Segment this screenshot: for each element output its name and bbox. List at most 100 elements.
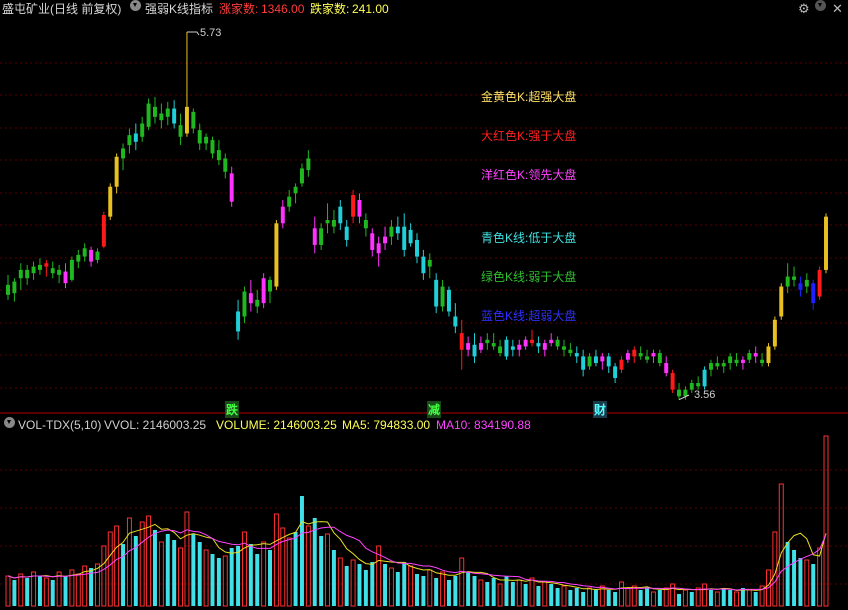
candle-body bbox=[197, 130, 202, 144]
candle-body bbox=[427, 259, 432, 267]
volume-bar bbox=[446, 580, 451, 606]
candle-body bbox=[498, 346, 503, 354]
volume-bar bbox=[158, 541, 164, 607]
volume-bar bbox=[657, 590, 662, 606]
candle-body bbox=[740, 359, 745, 364]
candle-body bbox=[555, 339, 560, 347]
candle-body bbox=[293, 186, 298, 194]
candle-body bbox=[753, 353, 758, 357]
volume-bar bbox=[236, 546, 241, 606]
marker-die: 跌 bbox=[225, 401, 240, 418]
candle-body bbox=[299, 168, 304, 184]
volume-bar bbox=[606, 590, 611, 606]
volume-bar bbox=[408, 565, 414, 607]
volume-bar bbox=[663, 587, 669, 607]
candle-body bbox=[798, 283, 803, 290]
candle-body bbox=[338, 206, 343, 224]
volume-bar bbox=[229, 548, 234, 606]
volume-bar bbox=[625, 587, 631, 607]
volume-bar bbox=[184, 511, 190, 607]
candle-body bbox=[453, 316, 458, 327]
volume-bar bbox=[485, 582, 490, 606]
candle-body bbox=[178, 125, 183, 137]
candle-body bbox=[408, 229, 413, 244]
candle-body bbox=[478, 343, 483, 350]
volume-bar bbox=[286, 537, 292, 607]
volume-bar bbox=[415, 574, 419, 606]
candle-body bbox=[312, 228, 317, 245]
candle-body bbox=[268, 279, 272, 292]
candle-body bbox=[31, 266, 36, 274]
volume-bar bbox=[466, 572, 471, 606]
volume-bar bbox=[555, 588, 560, 606]
candle-body bbox=[472, 344, 477, 357]
volume-bar bbox=[261, 541, 267, 607]
volume-bar bbox=[63, 576, 68, 606]
volume-bar bbox=[12, 580, 17, 606]
volume-bar bbox=[146, 515, 152, 607]
volume-bar bbox=[792, 550, 797, 606]
candle-body bbox=[606, 356, 611, 367]
candle-body bbox=[63, 271, 68, 284]
volume-menu-icon[interactable] bbox=[4, 417, 15, 428]
candle-body bbox=[523, 339, 528, 347]
candle-body bbox=[804, 279, 809, 287]
candle-body bbox=[747, 353, 752, 360]
volume-bar bbox=[753, 592, 758, 606]
candle-body bbox=[504, 339, 509, 357]
volume-bar bbox=[172, 540, 177, 606]
candle-body bbox=[325, 219, 330, 224]
candle-body bbox=[140, 123, 145, 137]
candle-body bbox=[12, 281, 17, 294]
volume-bar bbox=[350, 559, 356, 607]
volume-bar bbox=[337, 557, 343, 607]
candle-body bbox=[25, 269, 30, 279]
volume-bar bbox=[319, 536, 324, 606]
volume-bar bbox=[383, 564, 388, 606]
volume-bar bbox=[677, 594, 681, 606]
volume-bar bbox=[746, 589, 752, 607]
legend-magenta: 洋红色K:领先大盘 bbox=[481, 168, 577, 182]
volume-bar bbox=[255, 554, 260, 606]
volume-bar bbox=[191, 534, 196, 606]
candle-body bbox=[165, 108, 170, 117]
candle-body bbox=[459, 333, 464, 350]
candle-body bbox=[402, 226, 407, 250]
volume-bar bbox=[581, 592, 586, 606]
volume-bar bbox=[510, 582, 515, 606]
volume-bar bbox=[695, 587, 701, 607]
high-pointer bbox=[186, 31, 200, 36]
volume-bar bbox=[94, 563, 100, 607]
volume-bar bbox=[268, 550, 272, 606]
candle-body bbox=[344, 226, 349, 240]
candle-body bbox=[670, 373, 675, 390]
candle-body bbox=[18, 269, 23, 279]
candle-body bbox=[702, 369, 707, 387]
volume-bar bbox=[357, 564, 362, 606]
volume-bar bbox=[568, 590, 573, 606]
candle-body bbox=[153, 106, 157, 117]
candle-body bbox=[766, 346, 771, 364]
candle-body bbox=[121, 148, 126, 159]
candle-body bbox=[255, 299, 260, 307]
volume-bar bbox=[165, 534, 170, 606]
candle-body bbox=[50, 268, 55, 274]
volume-bar bbox=[593, 590, 598, 606]
candle-body bbox=[376, 243, 381, 254]
volume-value: VOLUME: 2146003.25 bbox=[216, 418, 337, 432]
candle-body bbox=[536, 343, 541, 347]
volume-bar bbox=[638, 590, 643, 606]
candle-body bbox=[421, 256, 426, 274]
candle-body bbox=[651, 353, 656, 357]
volume-indicator-name[interactable]: VOL-TDX(5,10) bbox=[18, 417, 101, 433]
volume-bar bbox=[299, 496, 304, 606]
volume-bar bbox=[121, 544, 126, 606]
candle-body bbox=[517, 344, 522, 350]
candle-body bbox=[108, 186, 113, 217]
candle-body bbox=[645, 356, 650, 360]
candle-body bbox=[37, 264, 42, 270]
candle-body bbox=[510, 346, 515, 350]
candle-body bbox=[82, 248, 87, 257]
candle-body bbox=[383, 236, 388, 244]
candle-body bbox=[395, 226, 400, 234]
